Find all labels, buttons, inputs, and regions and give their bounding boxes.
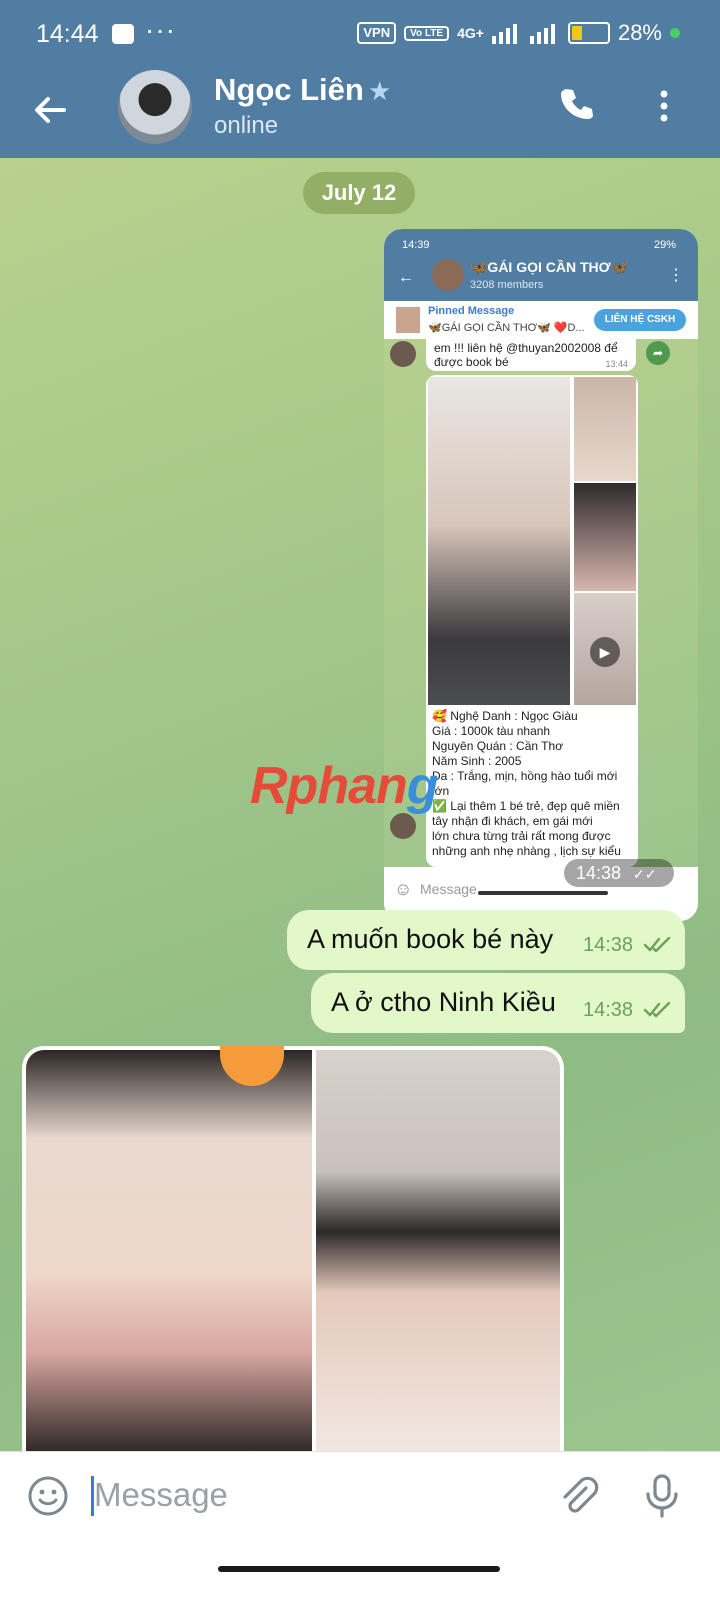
- screenshot-status-time: 14:39: [402, 239, 430, 251]
- screenshot-group-title: 🦋GÁI GỌI CẦN THƠ🦋: [470, 259, 629, 275]
- microphone-icon[interactable]: [642, 1472, 682, 1520]
- read-check-icon: [643, 936, 671, 953]
- caption-line: lớn: [432, 784, 450, 798]
- message-input-bar: Message: [0, 1451, 720, 1540]
- sender-avatar: [390, 341, 416, 367]
- premium-star-icon: ★: [368, 76, 392, 106]
- prev-message-line-1: em !!! liên hệ @thuyan2002008 để: [434, 341, 618, 355]
- status-time: 14:44: [36, 20, 99, 48]
- contact-status: online: [214, 112, 279, 139]
- outgoing-message[interactable]: A ở ctho Ninh Kiều 14:38: [311, 973, 685, 1033]
- post-photo-1: [574, 377, 636, 481]
- vpn-badge: VPN: [357, 22, 397, 44]
- app-header: 14:44 ··· VPN Vo LTE 4G+ 28% Ngọc Liên ★…: [0, 0, 720, 158]
- screenshot-post: ▶ 🥰 Nghệ Danh : Ngọc Giàu Giá : 1000k tà…: [426, 375, 638, 867]
- back-arrow-icon[interactable]: [28, 88, 72, 132]
- pinned-contact-button: LIÊN HỆ CSKH: [594, 309, 686, 331]
- screenshot-back-icon: ←: [398, 269, 414, 286]
- screenshot-image-message[interactable]: 14:39 29% ← 🦋GÁI GỌI CẦN THƠ🦋 3208 membe…: [384, 229, 698, 921]
- status-bar: 14:44 ··· VPN Vo LTE 4G+ 28%: [0, 0, 720, 72]
- pinned-title: Pinned Message: [428, 305, 515, 317]
- status-more-indicator: ···: [145, 14, 176, 45]
- outgoing-message[interactable]: A muốn book bé này 14:38: [287, 910, 685, 970]
- phone-icon[interactable]: [556, 84, 596, 124]
- contact-avatar[interactable]: [118, 70, 192, 144]
- message-time: 14:38: [583, 999, 634, 1021]
- caption-line: những anh nhẹ nhàng , lịch sự kiểu: [432, 844, 621, 858]
- caption-line: Da : Trắng, mịn, hồng hào tuổi mới: [432, 769, 618, 783]
- signal-icon-2: [529, 24, 555, 44]
- screenshot-header: 14:39 29% ← 🦋GÁI GỌI CẦN THƠ🦋 3208 membe…: [384, 229, 698, 301]
- privacy-indicator-icon: [670, 28, 680, 38]
- screenshot-battery: 29%: [653, 239, 676, 251]
- play-icon: ▶: [590, 637, 620, 667]
- system-nav-bar: [0, 1539, 720, 1600]
- battery-icon: [567, 22, 610, 44]
- message-input[interactable]: Message: [94, 1476, 228, 1514]
- watermark-text-2: g: [406, 757, 439, 815]
- watermark-logo: Rphang: [250, 756, 439, 816]
- image-time: 14:38: [576, 863, 622, 883]
- read-check-icon: [643, 1001, 671, 1018]
- message-time: 14:38: [583, 934, 634, 956]
- caption-line: 🥰 Nghệ Danh : Ngọc Giàu: [432, 709, 578, 723]
- attach-icon[interactable]: [556, 1474, 600, 1518]
- pinned-thumbnail: [396, 307, 420, 333]
- message-text: A muốn book bé này: [307, 924, 554, 954]
- incoming-photo-album[interactable]: [22, 1046, 564, 1454]
- home-indicator[interactable]: [218, 1566, 500, 1572]
- caption-line: Nguyên Quán : Cần Thơ: [432, 739, 564, 753]
- sender-avatar-2: [390, 813, 416, 839]
- emoji-icon[interactable]: [26, 1474, 70, 1518]
- caption-line: ✅ Lại thêm 1 bé trẻ, đẹp quê miền: [432, 799, 620, 813]
- screenshot-input-placeholder: Message: [420, 881, 477, 897]
- pinned-text: 🦋GÁI GỌI CẦN THƠ🦋 ❤️D...: [428, 322, 585, 334]
- caption-line: Năm Sinh : 2005: [432, 754, 522, 768]
- battery-percent: 28%: [617, 20, 662, 45]
- caption-line: lớn chưa từng trải rất mong được: [432, 829, 611, 843]
- caption-line: Giá : 1000k tàu nhanh: [432, 724, 551, 738]
- album-photo-1[interactable]: [26, 1050, 312, 1454]
- date-separator: July 12: [303, 172, 415, 214]
- contact-name[interactable]: Ngọc Liên: [214, 72, 364, 108]
- screenshot-more-icon: ⋮: [668, 267, 684, 284]
- volte-badge: Vo LTE: [404, 25, 450, 41]
- prev-message-time: 13:44: [605, 359, 628, 369]
- more-vertical-icon[interactable]: [654, 86, 674, 126]
- screenshot-prev-message: em !!! liên hệ @thuyan2002008 để được bo…: [426, 339, 636, 371]
- watermark-text-1: Rphan: [250, 757, 408, 815]
- image-time-badge: 14:38 ✓✓: [564, 859, 674, 887]
- signal-icon: [491, 24, 517, 44]
- screenshot-home-indicator: [478, 891, 608, 895]
- post-photo-main: [428, 377, 570, 705]
- caption-line: tây nhận đi khách, em gái mới: [432, 814, 593, 828]
- album-photo-2[interactable]: [316, 1050, 560, 1454]
- post-caption: 🥰 Nghệ Danh : Ngọc Giàu Giá : 1000k tàu …: [432, 709, 634, 859]
- screenshot-members: 3208 members: [470, 279, 544, 291]
- screenshot-pinned-bar: Pinned Message 🦋GÁI GỌI CẦN THƠ🦋 ❤️D... …: [384, 301, 698, 340]
- screenshot-group-avatar: [432, 259, 464, 291]
- double-check-icon: ✓✓: [633, 866, 657, 882]
- forward-icon: ➦: [646, 341, 670, 365]
- message-text: A ở ctho Ninh Kiều: [331, 987, 556, 1017]
- message-notification-icon: [112, 24, 134, 44]
- network-type: 4G+: [457, 25, 484, 41]
- screenshot-emoji-icon: ☺: [394, 879, 413, 899]
- prev-message-line-2: được book bé: [434, 355, 509, 369]
- post-photo-2: [574, 483, 636, 591]
